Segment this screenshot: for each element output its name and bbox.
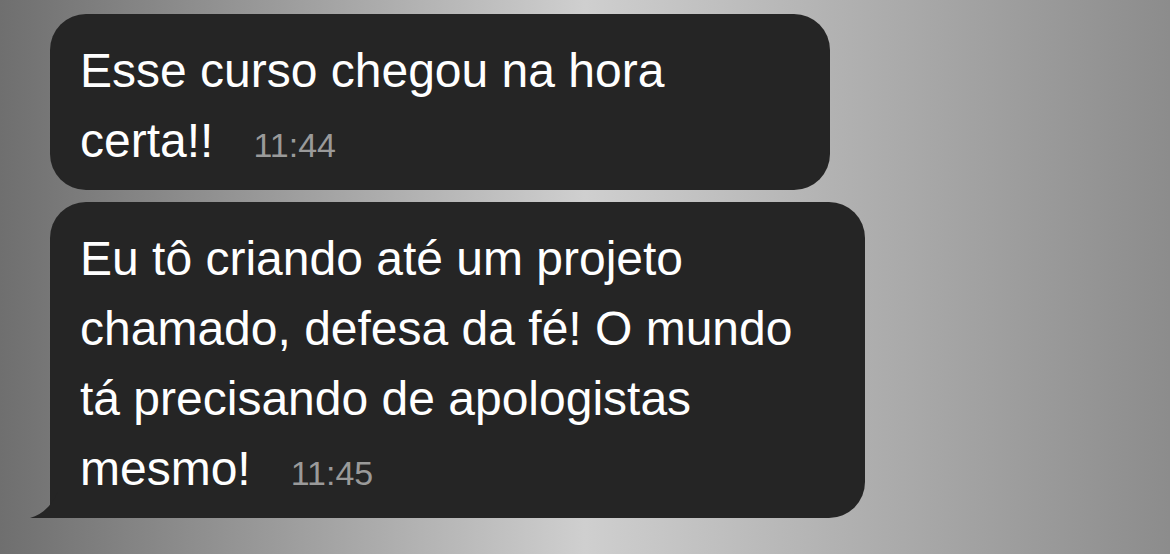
message-time: 11:44 <box>253 125 336 165</box>
message-text: Eu tô criando até um projeto chamado, de… <box>80 224 833 504</box>
chat-screen: Esse curso chegou na hora certa!!11:44 Eu… <box>0 0 1170 554</box>
message-bubble[interactable]: Eu tô criando até um projeto chamado, de… <box>50 202 865 518</box>
message-text: Esse curso chegou na hora certa!!11:44 <box>80 36 798 176</box>
message-list: Esse curso chegou na hora certa!!11:44 Eu… <box>0 0 1170 518</box>
message-time: 11:45 <box>291 453 374 493</box>
bubble-tail-icon <box>30 492 58 518</box>
message-bubble[interactable]: Esse curso chegou na hora certa!!11:44 <box>50 14 830 190</box>
